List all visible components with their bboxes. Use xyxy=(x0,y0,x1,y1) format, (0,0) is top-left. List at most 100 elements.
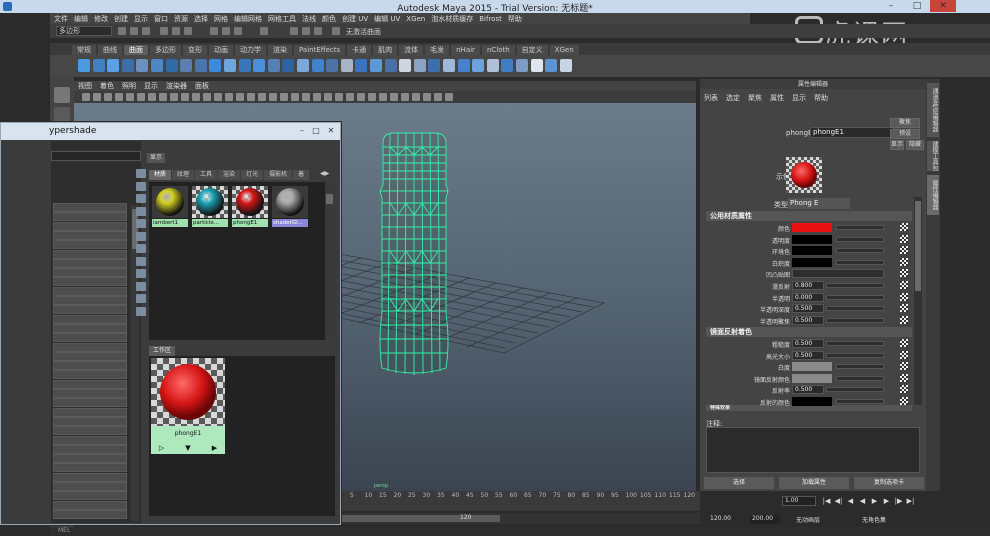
shelf-tab[interactable]: 渲染 xyxy=(268,45,292,55)
viewport-tool-icon[interactable] xyxy=(302,93,310,101)
viewport-menu-item[interactable]: 面板 xyxy=(195,81,209,91)
viewport-tool-icon[interactable] xyxy=(247,93,255,101)
hypershade-tool-icon[interactable] xyxy=(136,231,146,241)
viewport-tool-icon[interactable] xyxy=(192,93,200,101)
tree-row[interactable] xyxy=(53,203,127,212)
tree-row[interactable] xyxy=(53,370,127,380)
attribute-slider[interactable] xyxy=(836,399,884,404)
shelf-tool-icon[interactable] xyxy=(384,59,397,72)
play-back-icon[interactable]: ◀ xyxy=(858,497,867,505)
shelf-tool-icon[interactable] xyxy=(326,59,339,72)
attribute-color-swatch[interactable] xyxy=(792,257,832,267)
viewport-tool-icon[interactable] xyxy=(324,93,332,101)
shelf-tool-icon[interactable] xyxy=(472,59,485,72)
range-end-field[interactable]: 200.00 xyxy=(750,515,780,524)
map-texture-icon[interactable] xyxy=(900,234,908,243)
material-swatch[interactable]: phongE1 xyxy=(231,185,269,227)
viewport-tool-icon[interactable] xyxy=(148,93,156,101)
tree-row[interactable] xyxy=(53,342,127,352)
hypershade-tool-icon[interactable] xyxy=(136,281,146,291)
shelf-tool-icon[interactable] xyxy=(107,59,120,72)
tree-row[interactable] xyxy=(53,482,127,491)
snap-point-icon[interactable] xyxy=(234,27,242,35)
tree-row[interactable] xyxy=(53,249,127,259)
tab-scroll-arrows[interactable]: ◀▶ xyxy=(320,170,329,177)
tree-row[interactable] xyxy=(53,305,127,315)
maximize-button[interactable]: □ xyxy=(904,0,930,12)
shelf-tool-icon[interactable] xyxy=(151,59,163,72)
attribute-color-swatch[interactable] xyxy=(792,223,832,232)
snap-grid-icon[interactable] xyxy=(210,27,218,35)
tree-row[interactable] xyxy=(53,379,127,389)
tree-row[interactable] xyxy=(53,314,127,324)
hypershade-maximize-button[interactable]: □ xyxy=(311,126,321,136)
hypershade-close-button[interactable]: ✕ xyxy=(326,126,336,136)
hypershade-tab[interactable]: 摄影机 xyxy=(264,170,293,180)
shelf-tab[interactable]: PaintEffects xyxy=(294,45,346,55)
play-forward-icon[interactable]: ▶ xyxy=(870,497,879,505)
attribute-slider[interactable] xyxy=(826,283,884,288)
map-texture-icon[interactable] xyxy=(900,397,908,405)
hypershade-tab[interactable]: 材质 xyxy=(149,170,172,180)
viewport-tool-icon[interactable] xyxy=(335,93,343,101)
attribute-slider[interactable] xyxy=(826,317,884,323)
attribute-value-field[interactable]: 0.500 xyxy=(792,385,824,395)
shelf-tool-icon[interactable] xyxy=(530,59,543,72)
attribute-slider[interactable] xyxy=(836,364,884,370)
attribute-slider[interactable] xyxy=(836,225,884,230)
hypershade-tool-icon[interactable] xyxy=(136,306,146,316)
menu-item[interactable]: 帮助 xyxy=(508,14,522,24)
viewport-tool-icon[interactable] xyxy=(126,93,134,101)
shelf-tool-icon[interactable] xyxy=(457,59,470,72)
attribute-editor-menu-item[interactable]: 列表 xyxy=(704,93,718,103)
menu-item[interactable]: 编辑网格 xyxy=(234,14,262,24)
attribute-value-field[interactable]: 0.800 xyxy=(792,281,824,290)
menu-item[interactable]: 颜色 xyxy=(322,14,336,24)
attribute-editor-menu-item[interactable]: 聚焦 xyxy=(748,93,762,103)
shelf-tool-icon[interactable] xyxy=(545,59,558,72)
work-area-node[interactable]: phongE1 ▷ ▼ ▶ xyxy=(151,358,225,454)
magnet-icon[interactable] xyxy=(332,27,340,35)
lasso-tool-icon[interactable] xyxy=(54,107,70,123)
shelf-tool-icon[interactable] xyxy=(92,59,105,72)
viewport-tool-icon[interactable] xyxy=(445,93,453,101)
range-slider-handle[interactable] xyxy=(340,515,500,522)
attribute-value-field[interactable]: 0.000 xyxy=(792,292,824,302)
select-object-icon[interactable] xyxy=(172,27,180,35)
attribute-color-swatch[interactable] xyxy=(792,373,832,383)
viewport-menu-item[interactable]: 渲染器 xyxy=(166,81,187,91)
shelf-tool-icon[interactable] xyxy=(194,59,207,72)
map-texture-icon[interactable] xyxy=(900,257,908,266)
tree-row[interactable] xyxy=(53,389,127,398)
hypershade-show-button[interactable]: 显示 xyxy=(147,153,165,163)
section-common-material[interactable]: 公用材质属性 xyxy=(706,211,912,221)
menu-item[interactable]: 泡水材质缓存 xyxy=(431,14,473,24)
range-start-field[interactable]: 120.00 xyxy=(710,515,744,524)
viewport-tool-icon[interactable] xyxy=(236,93,244,101)
attribute-editor-menu-item[interactable]: 属性 xyxy=(770,93,784,103)
menu-item[interactable]: 编辑 xyxy=(74,14,88,24)
viewport-tool-icon[interactable] xyxy=(214,93,222,101)
viewport-tool-icon[interactable] xyxy=(434,93,442,101)
material-swatch[interactable]: lambert1 xyxy=(151,185,189,227)
attribute-slider[interactable] xyxy=(836,236,884,242)
shelf-tab[interactable]: 多边形 xyxy=(150,45,181,55)
map-texture-icon[interactable] xyxy=(900,373,908,382)
copy-tab-button[interactable]: 复制选项卡 xyxy=(854,477,924,489)
tree-row[interactable] xyxy=(53,258,127,268)
tree-row[interactable] xyxy=(53,398,127,408)
attribute-color-swatch[interactable] xyxy=(792,397,832,406)
hypershade-tab[interactable]: 着 xyxy=(293,170,310,180)
viewport-tool-icon[interactable] xyxy=(390,93,398,101)
tree-row[interactable] xyxy=(53,221,127,231)
mode-selector[interactable]: 多边形 xyxy=(56,26,112,36)
menu-item[interactable]: 编辑 UV xyxy=(374,14,400,24)
tree-row[interactable] xyxy=(53,296,127,305)
hypershade-tool-icon[interactable] xyxy=(136,169,146,178)
material-type-select[interactable]: Phong E xyxy=(788,198,850,209)
tree-row[interactable] xyxy=(53,435,127,445)
materials-scrollbar-thumb[interactable] xyxy=(326,194,333,204)
shelf-tool-icon[interactable] xyxy=(165,59,178,72)
attribute-slider[interactable] xyxy=(826,306,884,312)
attribute-editor-menu-item[interactable]: 帮助 xyxy=(814,93,828,103)
